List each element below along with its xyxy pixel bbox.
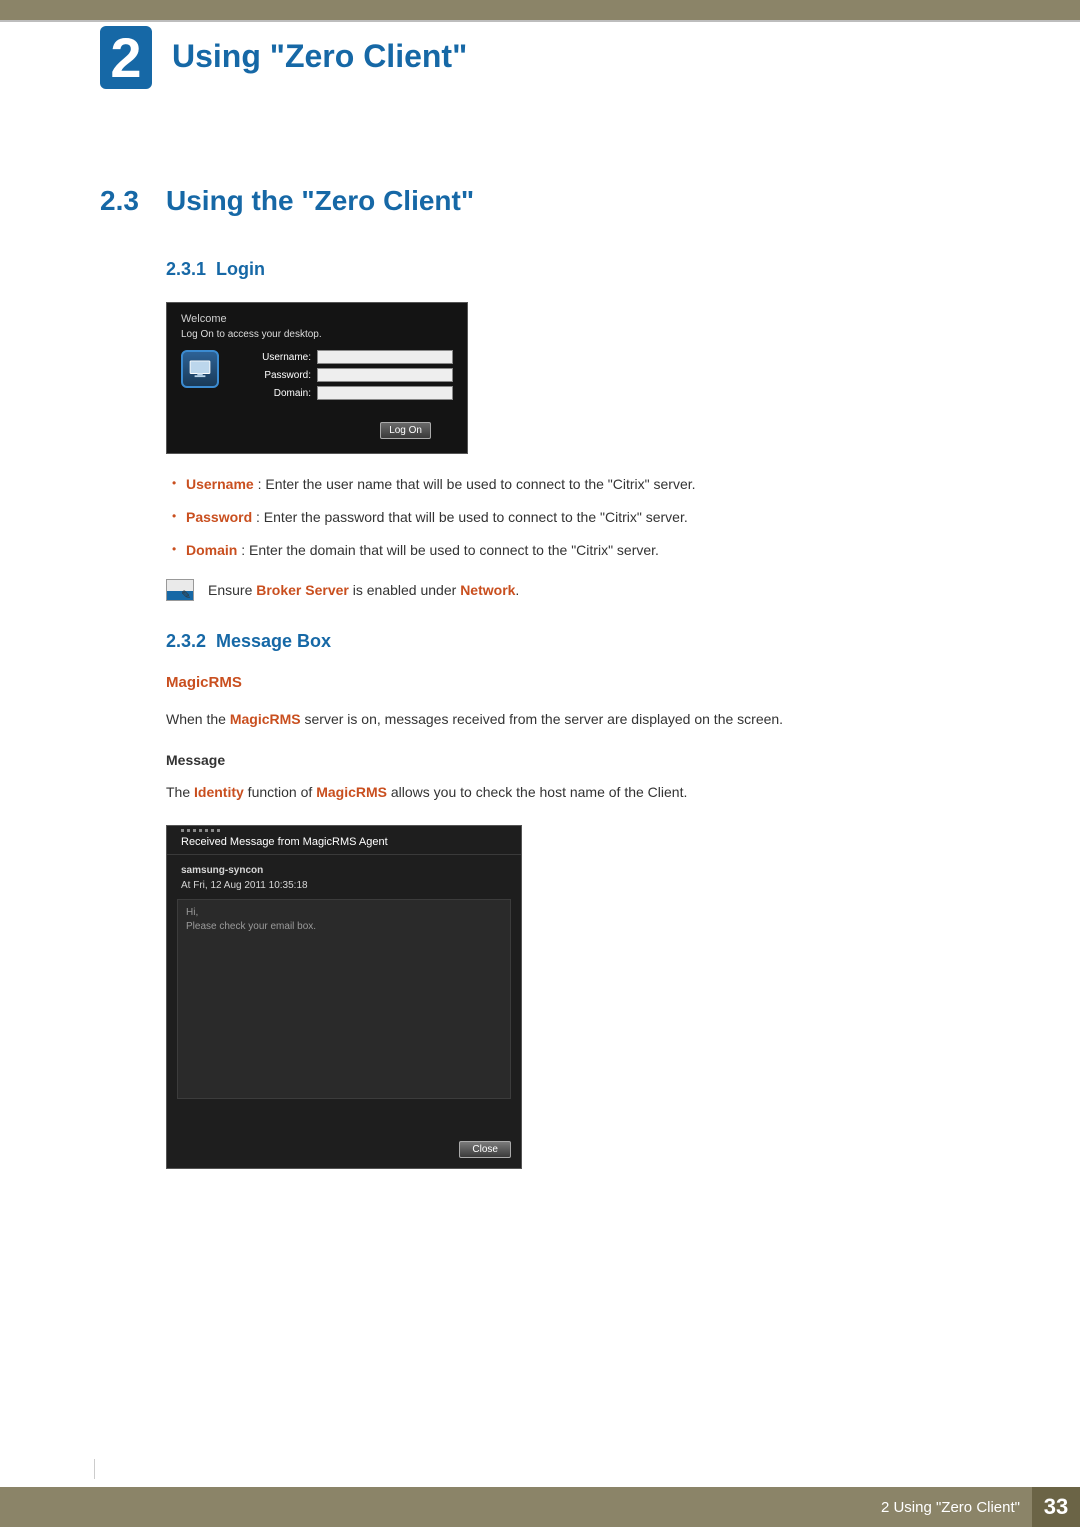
list-item: Username : Enter the user name that will… [166, 474, 980, 495]
password-input[interactable] [317, 368, 453, 382]
message-line: Please check your email box. [186, 920, 502, 934]
desc-username: : Enter the user name that will be used … [254, 476, 696, 492]
logon-prompt: Log On to access your desktop. [181, 329, 453, 340]
footer-label: 2 Using "Zero Client" [881, 1499, 1020, 1516]
magicrms-paragraph: When the MagicRMS server is on, messages… [166, 709, 980, 730]
domain-input[interactable] [317, 386, 453, 400]
note-row: Ensure Broker Server is enabled under Ne… [166, 579, 980, 601]
top-stripe [0, 0, 1080, 20]
header-separator [0, 20, 1080, 22]
username-input[interactable] [317, 350, 453, 364]
login-field-descriptions: Username : Enter the user name that will… [166, 474, 980, 561]
subsection-title: Message Box [216, 631, 331, 651]
username-label: Username: [229, 352, 311, 363]
message-from: samsung-syncon [167, 855, 521, 878]
welcome-text: Welcome [181, 313, 453, 325]
desc-password: : Enter the password that will be used t… [252, 509, 688, 525]
password-label: Password: [229, 370, 311, 381]
footer-stripe: 2 Using "Zero Client" 33 [0, 1487, 1080, 1527]
footer-tick [94, 1459, 95, 1479]
section-title: Using the "Zero Client" [166, 185, 474, 216]
subsection-number: 2.3.1 [166, 259, 216, 280]
page-content: 2.3Using the "Zero Client" 2.3.1Login We… [100, 185, 980, 1169]
subsection-number: 2.3.2 [166, 631, 216, 652]
message-dialog-title: Received Message from MagicRMS Agent [167, 826, 521, 855]
login-fields: Username: Password: Domain: [229, 350, 453, 404]
close-button[interactable]: Close [459, 1141, 511, 1158]
message-body: Hi, Please check your email box. [177, 899, 511, 1099]
chapter-number-badge: 2 [100, 26, 152, 89]
monitor-icon [181, 350, 219, 388]
term-password: Password [186, 509, 252, 525]
domain-label: Domain: [229, 388, 311, 399]
subsection-login-heading: 2.3.1Login [166, 259, 980, 280]
list-item: Domain : Enter the domain that will be u… [166, 540, 980, 561]
message-screenshot: Received Message from MagicRMS Agent sam… [166, 825, 522, 1169]
note-text: Ensure Broker Server is enabled under Ne… [208, 582, 519, 598]
section-heading: 2.3Using the "Zero Client" [100, 185, 980, 217]
term-username: Username [186, 476, 254, 492]
subsection-title: Login [216, 259, 265, 279]
list-item: Password : Enter the password that will … [166, 507, 980, 528]
page-number: 33 [1032, 1487, 1080, 1527]
section-number: 2.3 [100, 185, 166, 217]
identity-paragraph: The Identity function of MagicRMS allows… [166, 782, 980, 803]
message-date: At Fri, 12 Aug 2011 10:35:18 [167, 878, 521, 899]
note-icon [166, 579, 194, 601]
desc-domain: : Enter the domain that will be used to … [237, 542, 659, 558]
term-domain: Domain [186, 542, 237, 558]
logon-button[interactable]: Log On [380, 422, 431, 439]
chapter-title: Using "Zero Client" [172, 38, 467, 75]
login-screenshot: Welcome Log On to access your desktop. U… [166, 302, 468, 454]
message-line: Hi, [186, 906, 502, 920]
message-heading: Message [166, 752, 980, 768]
magicrms-heading: MagicRMS [166, 674, 980, 691]
subsection-messagebox-heading: 2.3.2Message Box [166, 631, 980, 652]
